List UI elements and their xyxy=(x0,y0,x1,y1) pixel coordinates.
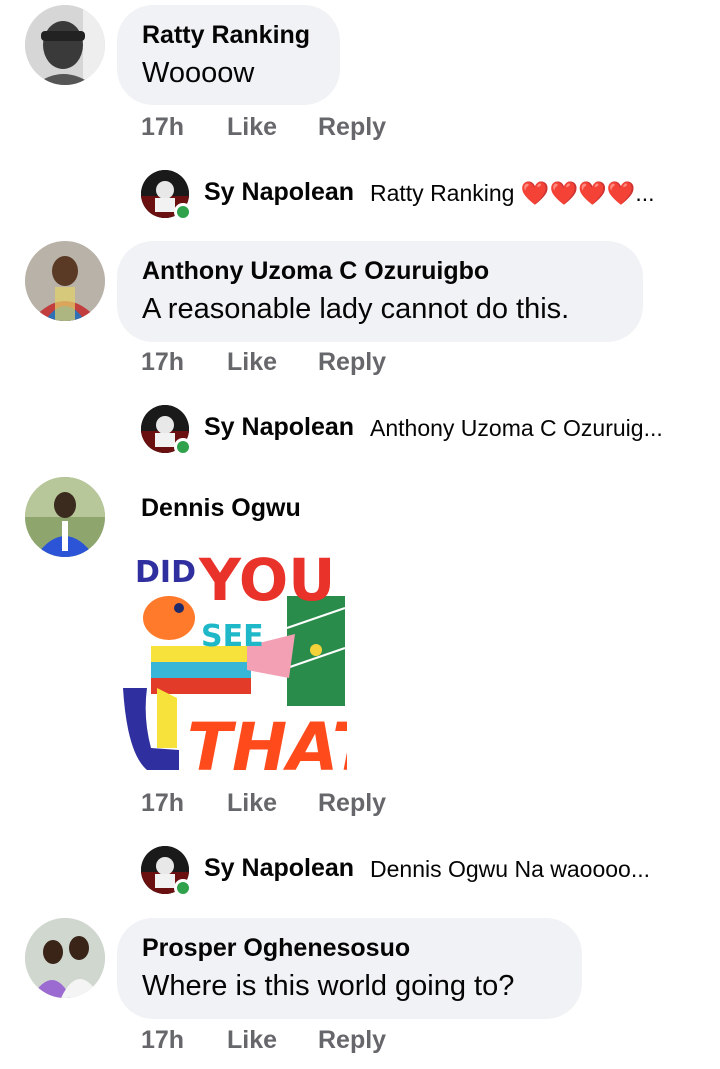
sticker-word: SEE xyxy=(201,619,264,654)
comment-text: Where is this world going to? xyxy=(142,970,515,1002)
reply-button[interactable]: Reply xyxy=(318,789,386,818)
reply-author[interactable]: Sy Napolean xyxy=(204,178,354,207)
comment-bubble: Anthony Uzoma C Ozuruigbo A reasonable l… xyxy=(117,241,643,342)
comment-timestamp[interactable]: 17h xyxy=(141,789,227,818)
reply-button[interactable]: Reply xyxy=(318,1026,386,1055)
comment-text: A reasonable lady cannot do this. xyxy=(142,293,570,325)
comment-timestamp[interactable]: 17h xyxy=(141,1026,227,1055)
reply-author[interactable]: Sy Napolean xyxy=(204,413,354,442)
comment-bubble: Prosper Oghenesosuo Where is this world … xyxy=(117,918,582,1019)
online-status-indicator xyxy=(174,879,192,897)
avatar-sy-napolean[interactable] xyxy=(141,170,192,221)
comment-bubble: Ratty Ranking Woooow xyxy=(117,5,340,105)
comment-author[interactable]: Anthony Uzoma C Ozuruigbo xyxy=(142,255,617,287)
like-button[interactable]: Like xyxy=(227,348,318,377)
avatar-sy-napolean[interactable] xyxy=(141,846,192,897)
avatar-sy-napolean[interactable] xyxy=(141,405,192,456)
comment-author[interactable]: Dennis Ogwu xyxy=(141,492,301,524)
reply-button[interactable]: Reply xyxy=(318,348,386,377)
sticker-word: DID xyxy=(135,555,196,590)
reply-preview[interactable]: Sy Napolean Dennis Ogwu Na waoooo... xyxy=(141,846,701,897)
avatar-dennis-ogwu[interactable] xyxy=(25,477,105,557)
comment-actions: 17h Like Reply xyxy=(141,1026,386,1055)
reply-preview[interactable]: Sy Napolean Anthony Uzoma C Ozuruig... xyxy=(141,405,701,456)
online-status-indicator xyxy=(174,203,192,221)
did-you-see-that-sticker[interactable]: DID YOU SEE THAT? xyxy=(117,538,415,788)
comment-author[interactable]: Prosper Oghenesosuo xyxy=(142,932,556,964)
like-button[interactable]: Like xyxy=(227,1026,318,1055)
reply-author[interactable]: Sy Napolean xyxy=(204,854,354,883)
avatar-prosper-oghenesosuo[interactable] xyxy=(25,918,105,998)
comment-actions: 17h Like Reply xyxy=(141,113,386,142)
avatar-anthony-uzoma[interactable] xyxy=(25,241,105,321)
reply-preview[interactable]: Sy Napolean Ratty Ranking ❤️❤️❤️❤️... xyxy=(141,170,701,221)
reply-button[interactable]: Reply xyxy=(318,113,386,142)
sticker-word: YOU xyxy=(198,546,335,614)
comment-timestamp[interactable]: 17h xyxy=(141,113,227,142)
reply-snippet: Ratty Ranking ❤️❤️❤️❤️... xyxy=(370,180,655,206)
comment-author[interactable]: Ratty Ranking xyxy=(142,19,314,51)
sticker-word: THAT? xyxy=(187,709,347,786)
comment-actions: 17h Like Reply xyxy=(141,789,386,818)
comment-timestamp[interactable]: 17h xyxy=(141,348,227,377)
online-status-indicator xyxy=(174,438,192,456)
comment-actions: 17h Like Reply xyxy=(141,348,386,377)
avatar-ratty-ranking[interactable] xyxy=(25,5,105,85)
reply-snippet: Dennis Ogwu Na waoooo... xyxy=(370,856,650,882)
reply-snippet: Anthony Uzoma C Ozuruig... xyxy=(370,415,663,441)
comment-text: Woooow xyxy=(142,57,255,89)
like-button[interactable]: Like xyxy=(227,789,318,818)
like-button[interactable]: Like xyxy=(227,113,318,142)
